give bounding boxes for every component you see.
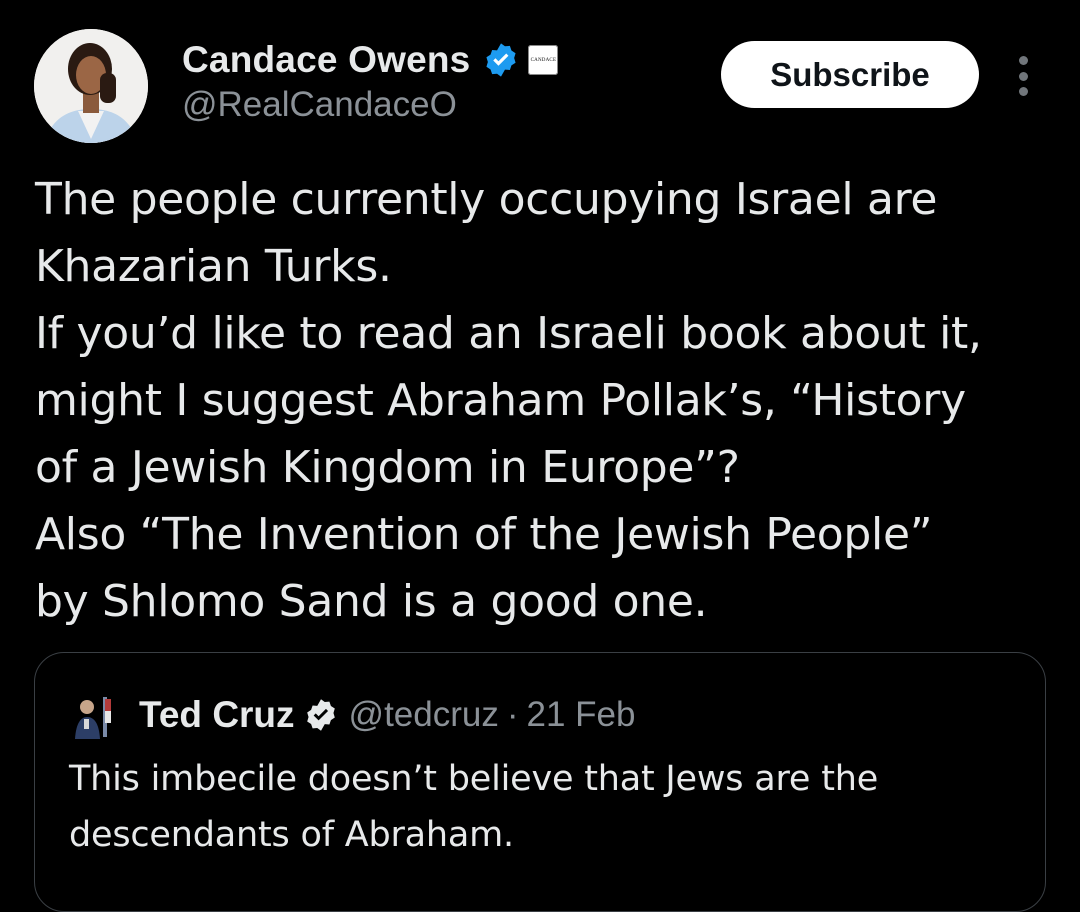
quoted-handle[interactable]: @tedcruz <box>349 695 499 735</box>
affiliate-badge-icon[interactable]: CANDACE <box>528 45 559 75</box>
quoted-author-avatar-icon[interactable] <box>73 693 111 739</box>
subscribe-button[interactable]: Subscribe <box>721 41 979 108</box>
quoted-separator: · <box>506 695 519 734</box>
author-avatar[interactable] <box>34 29 148 143</box>
quoted-tweet-text: This imbecile doesn’t believe that Jews … <box>69 759 879 855</box>
author-handle[interactable]: @RealCandaceO <box>182 85 457 125</box>
avatar-photo-icon <box>34 29 148 143</box>
tweet-text: The people currently occupying Israel ar… <box>35 174 982 627</box>
quoted-tweet[interactable]: Ted Cruz @tedcruz · 21 Feb This imbecile… <box>34 652 1046 912</box>
affiliate-badge-text: CANDACE <box>530 57 557 63</box>
more-dot <box>1018 56 1028 65</box>
author-name-row: Candace Owens CANDACE <box>182 36 559 84</box>
more-dot <box>1018 71 1028 81</box>
verified-badge-icon[interactable] <box>482 41 520 79</box>
quoted-display-name[interactable]: Ted Cruz <box>139 694 295 736</box>
more-vertical-icon[interactable] <box>1010 56 1036 96</box>
tweet: Candace Owens CANDACE @RealCandaceO Subs… <box>0 0 1080 912</box>
more-dot <box>1018 87 1028 96</box>
quoted-date[interactable]: 21 Feb <box>527 695 636 735</box>
author-display-name[interactable]: Candace Owens <box>182 39 470 81</box>
verified-badge-icon[interactable] <box>303 697 339 733</box>
quoted-header: Ted Cruz @tedcruz · 21 Feb <box>139 691 635 739</box>
